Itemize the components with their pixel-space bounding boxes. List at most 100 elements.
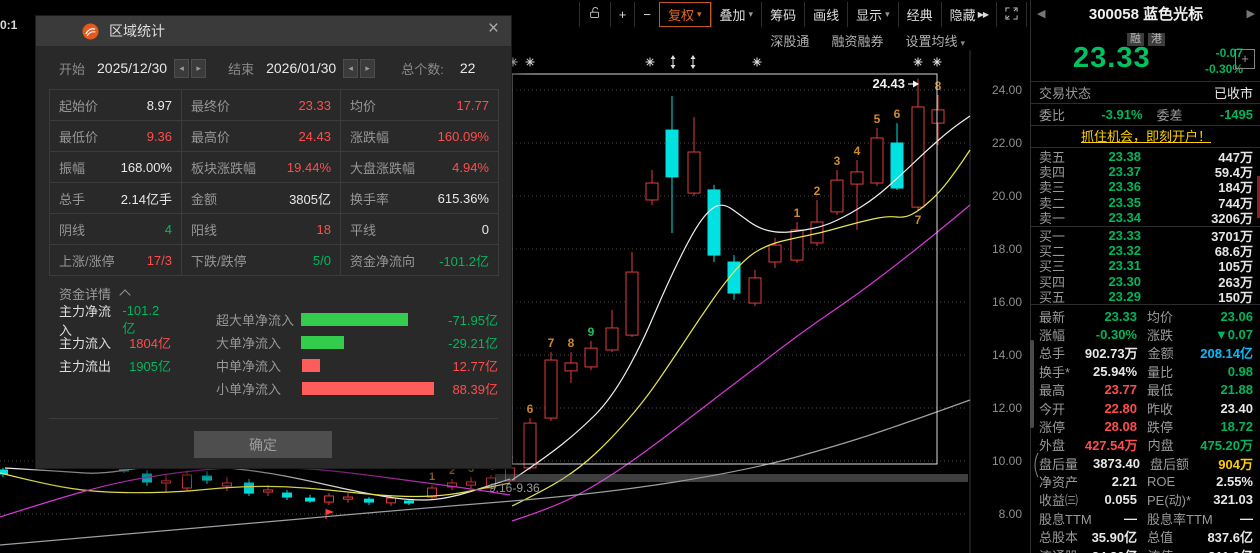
quote-label: PE(动)*: [1147, 493, 1192, 509]
quote-label: ROE: [1147, 474, 1176, 490]
quote-value: 208.14亿: [1200, 346, 1253, 362]
svg-text:8: 8: [568, 336, 575, 350]
panel-scrollbar-thumb[interactable]: [1030, 340, 1034, 428]
quote-label: 总手: [1039, 346, 1066, 362]
toolbar-item-label: 筹码: [770, 8, 797, 23]
start-date-value[interactable]: 2025/12/30: [97, 60, 167, 76]
quote-label: 量比: [1147, 364, 1174, 380]
svg-text:10.00: 10.00: [992, 454, 1022, 468]
margin-trading-tab[interactable]: 融资融券: [831, 31, 883, 50]
ask-row[interactable]: 卖一 23.34 3206万: [1031, 210, 1260, 227]
subtoolbar-item-label: 深股通: [770, 34, 810, 49]
end-date-prev-button[interactable]: ◂: [343, 58, 359, 78]
quote-row: 涨停 28.08 跌停 18.72: [1031, 417, 1260, 435]
stats-value: 160.09%: [437, 128, 489, 144]
ma-settings-button[interactable]: 设置均线 ▾: [905, 31, 965, 50]
stats-cell: 下跌/跌停 5/0: [182, 245, 341, 276]
stats-cell: 最低价 9.36: [50, 121, 182, 152]
fullscreen-button[interactable]: [996, 2, 1027, 27]
fund-flow-bar: [302, 359, 320, 372]
fund-row: 中单净流入 12.77亿: [216, 354, 498, 377]
stats-label: 板块涨跌幅: [191, 160, 257, 176]
stats-value: -101.2亿: [439, 253, 489, 269]
display-button[interactable]: 显示 ▾: [847, 2, 898, 27]
start-date-prev-button[interactable]: ◂: [174, 58, 190, 78]
stats-cell: 最高价 24.43: [182, 121, 341, 152]
end-date-next-button[interactable]: ▸: [360, 58, 376, 78]
start-date-steppers: ◂ ▸: [174, 58, 207, 78]
quote-row: 外盘 427.54万 内盘 475.20万: [1031, 436, 1260, 454]
zoom-in-button[interactable]: +: [609, 2, 635, 27]
overlay-button[interactable]: 叠加 ▾: [710, 2, 762, 27]
chart-toolbar: + − 复权 ▾ 叠加 ▾ 筹码 画线 显示 ▾ 经典 隐藏 ▶▶: [578, 2, 1027, 27]
fund-row: 大单净流入 -29.21亿: [216, 331, 498, 354]
dialog-titlebar[interactable]: 区域统计 ×: [36, 16, 511, 46]
bid-volume: 150万: [1218, 289, 1253, 305]
panel-collapse-handle[interactable]: [1031, 452, 1039, 478]
next-stock-arrow[interactable]: ▶: [1247, 7, 1255, 20]
quote-value: 475.20万: [1200, 438, 1253, 454]
toolbar-item-label: 叠加: [719, 8, 746, 23]
draw-line-button[interactable]: 画线: [804, 2, 847, 27]
stats-label: 涨跌幅: [350, 129, 390, 145]
svg-text:2: 2: [814, 184, 821, 198]
add-watchlist-button[interactable]: +: [1235, 49, 1255, 69]
fund-row: 主力净流入 -101.2亿: [59, 303, 171, 338]
quote-label: 股息率TTM: [1147, 511, 1213, 527]
chevron-down-icon: ▾: [748, 9, 754, 19]
region-stats-dialog: 区域统计 × 开始 2025/12/30 ◂ ▸ 结束 2026/01/30 ◂ ▸…: [35, 15, 512, 469]
stats-label: 振幅: [59, 160, 86, 176]
stats-cell: 总手 2.14亿手: [50, 183, 182, 214]
fund-label: 主力流入: [59, 336, 112, 351]
adjust-price-button[interactable]: 复权 ▾: [658, 2, 711, 27]
open-account-ad-link[interactable]: 抓住机会，即刻开户！: [1081, 129, 1211, 144]
quote-label: 盘后额: [1150, 456, 1190, 472]
quote-value: 427.54万: [1084, 438, 1138, 454]
quote-value: 0.055: [1104, 492, 1137, 508]
fund-bar-track: [301, 313, 448, 326]
svg-text:24.43: 24.43: [872, 76, 905, 91]
ask-price: 23.38: [1108, 149, 1141, 165]
svg-text:8: 8: [935, 79, 942, 93]
date-range-row: 开始 2025/12/30 ◂ ▸ 结束 2026/01/30 ◂ ▸ 总个数: 2…: [59, 56, 501, 80]
toolbar-lock-button[interactable]: [578, 2, 610, 27]
start-date-next-button[interactable]: ▸: [191, 58, 207, 78]
toolbar-item-label: −: [643, 7, 651, 22]
end-date-value[interactable]: 2026/01/30: [266, 60, 336, 76]
last-price: 23.33: [1073, 42, 1151, 74]
ask-level-label: 卖一: [1039, 210, 1066, 226]
chips-button[interactable]: 筹码: [761, 2, 804, 27]
bid-price: 23.31: [1108, 258, 1141, 274]
quote-value: 23.40: [1220, 400, 1253, 416]
quote-label: 总股本: [1039, 530, 1079, 546]
classic-button[interactable]: 经典: [897, 2, 941, 27]
close-icon[interactable]: ×: [488, 18, 499, 40]
quote-row: 今开 22.80 昨收 23.40: [1031, 399, 1260, 417]
prev-stock-arrow[interactable]: ◀: [1037, 7, 1045, 20]
quote-value: 22.80: [1104, 400, 1137, 416]
bid-row[interactable]: 买五 23.29 150万: [1031, 289, 1260, 305]
quote-row: 总手 902.73万 金额 208.14亿: [1031, 344, 1260, 362]
quote-label: 股息TTM: [1039, 511, 1092, 527]
quote-row: 总股本 35.90亿 总值 837.6亿: [1031, 528, 1260, 546]
quote-row: 涨幅 -0.30% 涨跌 ▼0.07: [1031, 325, 1260, 343]
quote-label: 最高: [1039, 383, 1066, 399]
fund-value: 12.77亿: [452, 359, 498, 374]
order-book: 卖五 23.38 447万 卖四 23.37 59.4万 卖三 23.36 184万 卖二 23.3…: [1031, 147, 1260, 305]
hide-button[interactable]: 隐藏 ▶▶: [940, 2, 996, 27]
shenzhen-connect-tab[interactable]: 深股通: [770, 31, 809, 50]
quote-label: 最低: [1147, 383, 1174, 399]
stats-label: 最高价: [191, 129, 231, 145]
toolbar-item-label: 复权: [667, 8, 694, 23]
quote-row: 最新 23.33 均价 23.06: [1031, 307, 1260, 325]
stats-value: 4.94%: [452, 159, 489, 175]
quote-label: 净资产: [1039, 475, 1079, 491]
collapse-caret-icon: [119, 289, 131, 301]
ask-price: 23.35: [1108, 194, 1141, 210]
stats-label: 阴线: [59, 222, 86, 238]
confirm-button[interactable]: 确定: [194, 431, 332, 458]
quote-row: 最高 23.77 最低 21.88: [1031, 380, 1260, 398]
zoom-out-button[interactable]: −: [634, 2, 659, 27]
stats-value: 19.44%: [286, 159, 331, 175]
dialog-title: 区域统计: [109, 23, 165, 39]
